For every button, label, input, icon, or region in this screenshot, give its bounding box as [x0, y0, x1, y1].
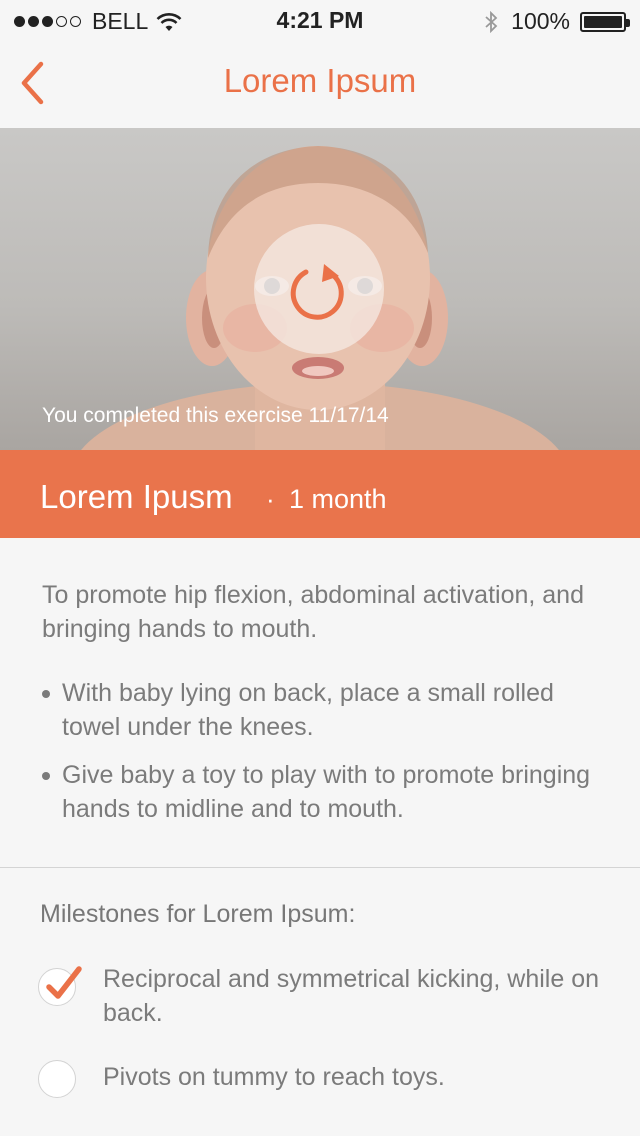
replay-button[interactable]: [254, 224, 384, 354]
status-right: 100%: [483, 8, 630, 35]
bluetooth-icon: [485, 10, 498, 33]
bullet-dot-icon: [42, 690, 50, 698]
title-separator: ·: [266, 484, 275, 514]
instruction-bullet: With baby lying on back, place a small r…: [42, 676, 612, 744]
battery-percent: 100%: [511, 8, 570, 34]
instruction-bullet: Give baby a toy to play with to promote …: [42, 758, 612, 826]
milestone-label: Reciprocal and symmetrical kicking, whil…: [103, 965, 600, 1027]
exercise-photo: You completed this exercise 11/17/14: [0, 128, 640, 450]
milestones-heading: Milestones for Lorem Ipsum:: [40, 900, 356, 928]
exercise-description: To promote hip flexion, abdominal activa…: [0, 538, 640, 868]
page-title: Lorem Ipsum: [223, 62, 417, 99]
completed-date-text: You completed this exercise 11/17/14: [42, 404, 389, 427]
exercise-age: 1 month: [289, 484, 387, 514]
exercise-banner: Lorem Ipusm · 1 month: [0, 450, 640, 538]
battery-icon: [580, 11, 630, 32]
description-intro: To promote hip flexion, abdominal activa…: [42, 581, 584, 643]
instruction-text: With baby lying on back, place a small r…: [62, 679, 554, 741]
milestone-checkbox[interactable]: [38, 966, 82, 1006]
exercise-title: Lorem Ipusm: [40, 478, 233, 515]
milestone-item[interactable]: Reciprocal and symmetrical kicking, whil…: [38, 962, 618, 1032]
status-bar: BELL 4:21 PM 100%: [0, 0, 640, 40]
milestone-label: Pivots on tummy to reach toys.: [103, 1063, 445, 1091]
nav-bar: Lorem Ipsum: [0, 40, 640, 128]
milestone-item[interactable]: Pivots on tummy to reach toys.: [38, 1060, 618, 1100]
replay-icon: [290, 264, 344, 320]
instruction-text: Give baby a toy to play with to promote …: [62, 761, 591, 823]
milestone-checkbox[interactable]: [38, 1060, 76, 1098]
checkmark-icon: [46, 966, 82, 999]
bullet-dot-icon: [42, 772, 50, 780]
